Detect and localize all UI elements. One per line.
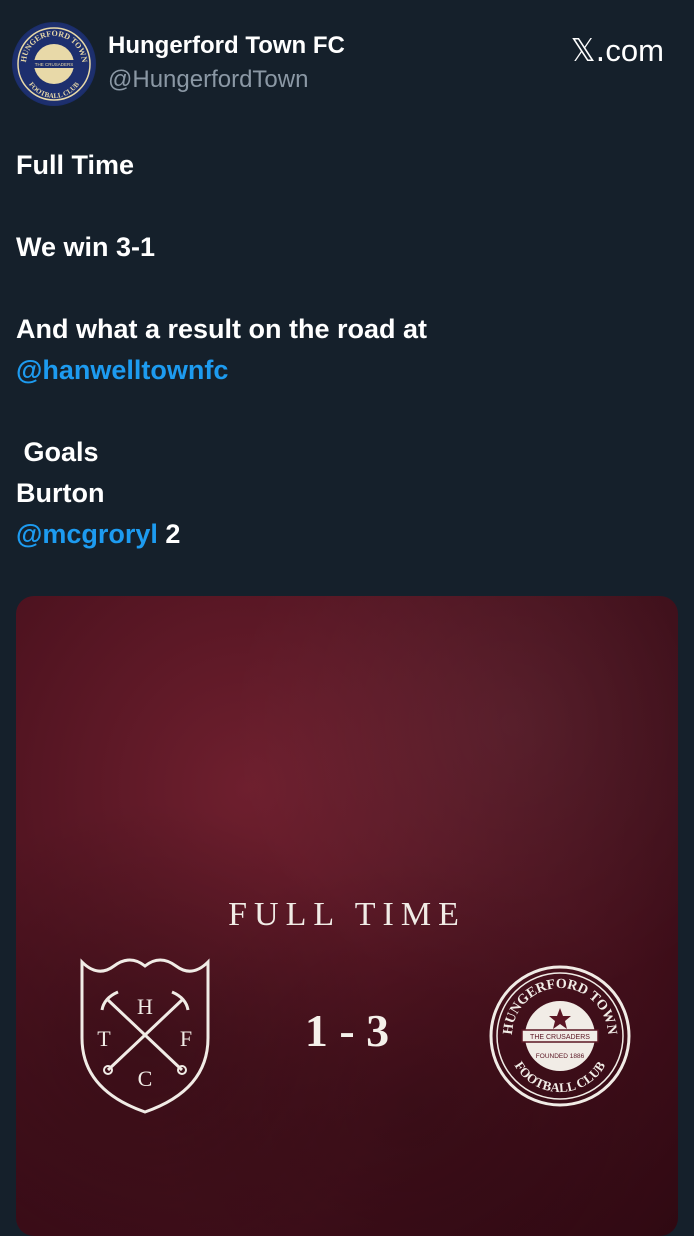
mention-link[interactable]: @mcgroryl (16, 519, 158, 549)
x-logo-icon: 𝕏. (570, 33, 606, 69)
tweet-header: HUNGERFORD TOWN FOOTBALL CLUB THE CRUSAD… (0, 0, 694, 120)
club-crest-icon: HUNGERFORD TOWN FOOTBALL CLUB THE CRUSAD… (13, 23, 95, 105)
source-label: 𝕏.com (571, 33, 664, 69)
account-handle[interactable]: @HungerfordTown (108, 66, 308, 94)
tweet-line: Full Time (16, 150, 135, 180)
away-club-crest-icon: HUNGERFORD TOWN FOOTBALL CLUB THE CRUSAD… (489, 965, 631, 1107)
tweet-body: Full Time We win 3-1 And what a result o… (16, 145, 676, 555)
away-founded: FOUNDED 1886 (536, 1053, 585, 1060)
avatar[interactable]: HUNGERFORD TOWN FOOTBALL CLUB THE CRUSAD… (12, 22, 96, 106)
account-name[interactable]: Hungerford Town FC (108, 32, 345, 60)
tweet-line: Burton (16, 478, 105, 508)
match-graphic[interactable]: FULL TIME H T F C 1 - 3 HUNGERFORD TOWN … (16, 596, 678, 1236)
goal-count: 2 (157, 519, 181, 549)
away-banner: THE CRUSADERS (530, 1034, 590, 1041)
mention-link[interactable]: @hanwelltownfc (16, 350, 676, 391)
tweet-line: @mcgroryl 2 (16, 514, 676, 555)
source-domain: com (605, 33, 664, 68)
home-letter: C (138, 1066, 153, 1091)
full-time-heading: FULL TIME (228, 896, 466, 933)
tweet-line: We win 3-1 (16, 232, 156, 262)
tweet-line: And what a result on the road at (16, 314, 428, 344)
tweet-line: Goals (16, 437, 99, 467)
avatar-center-text: THE CRUSADERS (35, 62, 74, 67)
